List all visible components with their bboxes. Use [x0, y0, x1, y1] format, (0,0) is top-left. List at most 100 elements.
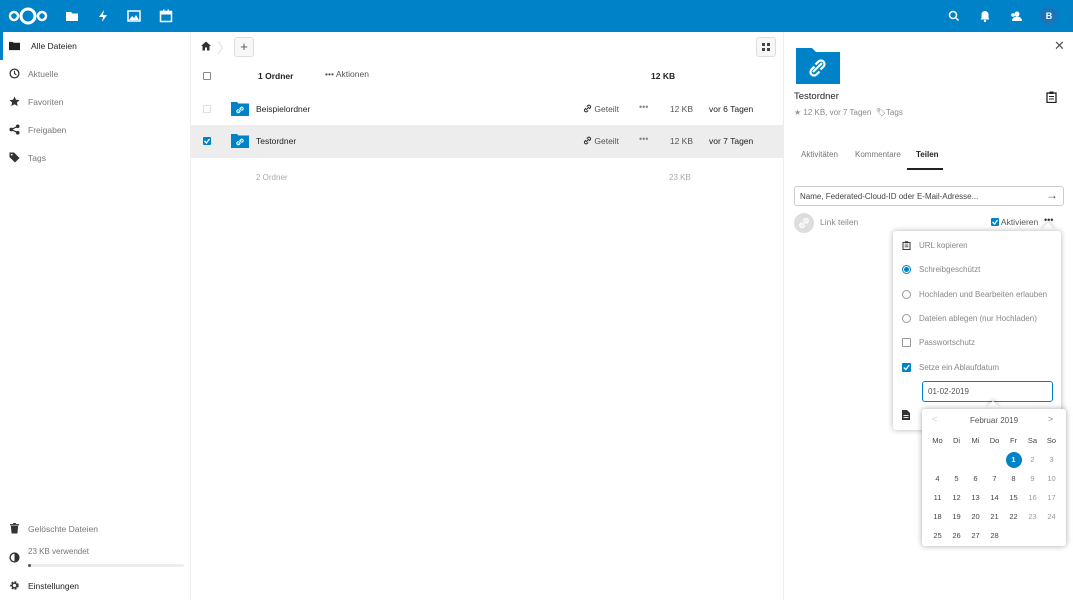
- day-cell[interactable]: 3: [1042, 450, 1061, 469]
- day-cell[interactable]: 21: [985, 507, 1004, 526]
- day-cell[interactable]: 8: [1004, 469, 1023, 488]
- link-icon: [583, 104, 592, 113]
- actions-menu[interactable]: ••• Aktionen: [325, 69, 369, 79]
- day-cell[interactable]: 26: [947, 526, 966, 545]
- day-cell[interactable]: 2: [1023, 450, 1042, 469]
- user-avatar[interactable]: B: [1040, 7, 1058, 25]
- menu-item-read-only[interactable]: Schreibgeschützt: [893, 257, 1061, 281]
- enable-link-checkbox[interactable]: Aktivieren: [991, 217, 1038, 227]
- weekday-label: Do: [989, 436, 1000, 445]
- calendar-week: 11 12 13 14 15 16 17: [928, 488, 1062, 507]
- nextcloud-logo[interactable]: [8, 6, 48, 26]
- menu-item-file-drop[interactable]: Dateien ablegen (nur Hochladen): [893, 306, 1061, 330]
- day-cell[interactable]: 28: [985, 526, 1004, 545]
- files-icon[interactable]: [64, 8, 80, 24]
- active-tab-indicator: [907, 168, 943, 170]
- day-cell[interactable]: 6: [966, 469, 985, 488]
- shared-button[interactable]: Geteilt: [583, 104, 619, 114]
- menu-item-password-protect[interactable]: Passwortschutz: [893, 330, 1061, 354]
- row-checkbox[interactable]: [203, 105, 211, 113]
- note-icon[interactable]: [902, 410, 910, 420]
- weekday-label: Mo: [932, 436, 943, 445]
- day-number: 1: [1005, 452, 1022, 468]
- gallery-icon[interactable]: [126, 8, 142, 24]
- settings-button[interactable]: Einstellungen: [0, 572, 190, 600]
- day-cell[interactable]: 23: [1023, 507, 1042, 526]
- clipboard-icon: [902, 241, 911, 250]
- select-all-checkbox[interactable]: [203, 72, 211, 80]
- day-cell-selected[interactable]: 1: [1004, 450, 1023, 469]
- calendar-icon[interactable]: [158, 8, 174, 24]
- nav-item-favorites[interactable]: Favoriten: [0, 88, 190, 116]
- day-cell[interactable]: 10: [1042, 469, 1061, 488]
- day-cell[interactable]: 22: [1004, 507, 1023, 526]
- sidebar-tags[interactable]: Tags: [886, 108, 903, 117]
- nav-item-recent[interactable]: Aktuelle: [0, 60, 190, 88]
- day-cell[interactable]: 16: [1023, 488, 1042, 507]
- day-cell[interactable]: 19: [947, 507, 966, 526]
- close-icon[interactable]: ✕: [1054, 38, 1065, 54]
- row-checkbox[interactable]: [203, 137, 211, 145]
- expiration-date-input[interactable]: 01-02-2019: [922, 381, 1053, 402]
- tag-icon: 🏷: [875, 108, 886, 117]
- file-size: 12 KB: [669, 104, 693, 114]
- tab-activities[interactable]: Aktivitäten: [801, 150, 838, 159]
- file-name[interactable]: Testordner: [256, 136, 296, 146]
- table-row[interactable]: Beispielordner Geteilt ••• 12 KB vor 6 T…: [191, 93, 783, 126]
- more-icon[interactable]: •••: [639, 102, 648, 112]
- calendar-week: 4 5 6 7 8 9 10: [928, 469, 1062, 488]
- day-cell[interactable]: 9: [1023, 469, 1042, 488]
- check-icon: [204, 138, 211, 144]
- app-navigation: Alle Dateien Aktuelle Favoriten Freigabe…: [0, 32, 191, 600]
- day-cell[interactable]: 11: [928, 488, 947, 507]
- day-cell: [1042, 526, 1061, 545]
- shared-folder-icon: [231, 102, 249, 116]
- table-row[interactable]: Testordner Geteilt ••• 12 KB vor 7 Tagen: [191, 125, 783, 158]
- nav-item-tags[interactable]: Tags: [0, 144, 190, 172]
- nav-item-all-files[interactable]: Alle Dateien: [0, 32, 190, 60]
- day-cell[interactable]: 27: [966, 526, 985, 545]
- day-cell[interactable]: 12: [947, 488, 966, 507]
- chevron-left-icon[interactable]: <: [932, 414, 937, 424]
- notifications-icon[interactable]: [977, 8, 993, 24]
- more-icon[interactable]: •••: [639, 134, 648, 144]
- weekday-label: Fr: [1009, 436, 1018, 445]
- day-cell[interactable]: 18: [928, 507, 947, 526]
- menu-item-expiration-date[interactable]: Setze ein Ablaufdatum: [893, 355, 1061, 379]
- day-cell[interactable]: 25: [928, 526, 947, 545]
- summary-size: 23 KB: [669, 173, 691, 182]
- add-button[interactable]: +: [234, 37, 254, 57]
- favorite-star-icon[interactable]: ★: [794, 108, 801, 117]
- calendar-week: 25 26 27 28: [928, 526, 1062, 545]
- menu-item-allow-upload-edit[interactable]: Hochladen und Bearbeiten erlauben: [893, 282, 1061, 306]
- nav-item-deleted-files[interactable]: Gelöschte Dateien: [0, 515, 190, 543]
- contacts-icon[interactable]: [1008, 8, 1024, 24]
- activity-icon[interactable]: [95, 8, 111, 24]
- day-cell[interactable]: 24: [1042, 507, 1061, 526]
- tab-comments[interactable]: Kommentare: [855, 150, 901, 159]
- menu-item-label: Hochladen und Bearbeiten erlauben: [919, 290, 1048, 299]
- clipboard-icon[interactable]: [1046, 91, 1057, 103]
- day-cell[interactable]: 17: [1042, 488, 1061, 507]
- nav-item-shares[interactable]: Freigaben: [0, 116, 190, 144]
- menu-item-label: Schreibgeschützt: [919, 265, 981, 274]
- grid-view-button[interactable]: [756, 37, 776, 57]
- day-cell[interactable]: 13: [966, 488, 985, 507]
- day-cell[interactable]: 5: [947, 469, 966, 488]
- day-cell[interactable]: 14: [985, 488, 1004, 507]
- arrow-right-icon[interactable]: →: [1046, 188, 1058, 202]
- file-name[interactable]: Beispielordner: [256, 104, 310, 114]
- radio-unchecked: [902, 290, 911, 299]
- search-icon[interactable]: [946, 8, 962, 24]
- menu-item-copy-url[interactable]: URL kopieren: [893, 233, 1061, 257]
- share-with-input[interactable]: Name, Federated-Cloud-ID oder E-Mail-Adr…: [794, 186, 1064, 206]
- summary-count: 2 Ordner: [256, 173, 288, 182]
- day-cell[interactable]: 4: [928, 469, 947, 488]
- shared-button[interactable]: Geteilt: [583, 136, 619, 146]
- day-cell[interactable]: 15: [1004, 488, 1023, 507]
- home-icon[interactable]: [201, 41, 211, 51]
- day-cell[interactable]: 7: [985, 469, 1004, 488]
- day-cell[interactable]: 20: [966, 507, 985, 526]
- tab-sharing[interactable]: Teilen: [916, 150, 939, 159]
- chevron-right-icon[interactable]: >: [1048, 414, 1053, 424]
